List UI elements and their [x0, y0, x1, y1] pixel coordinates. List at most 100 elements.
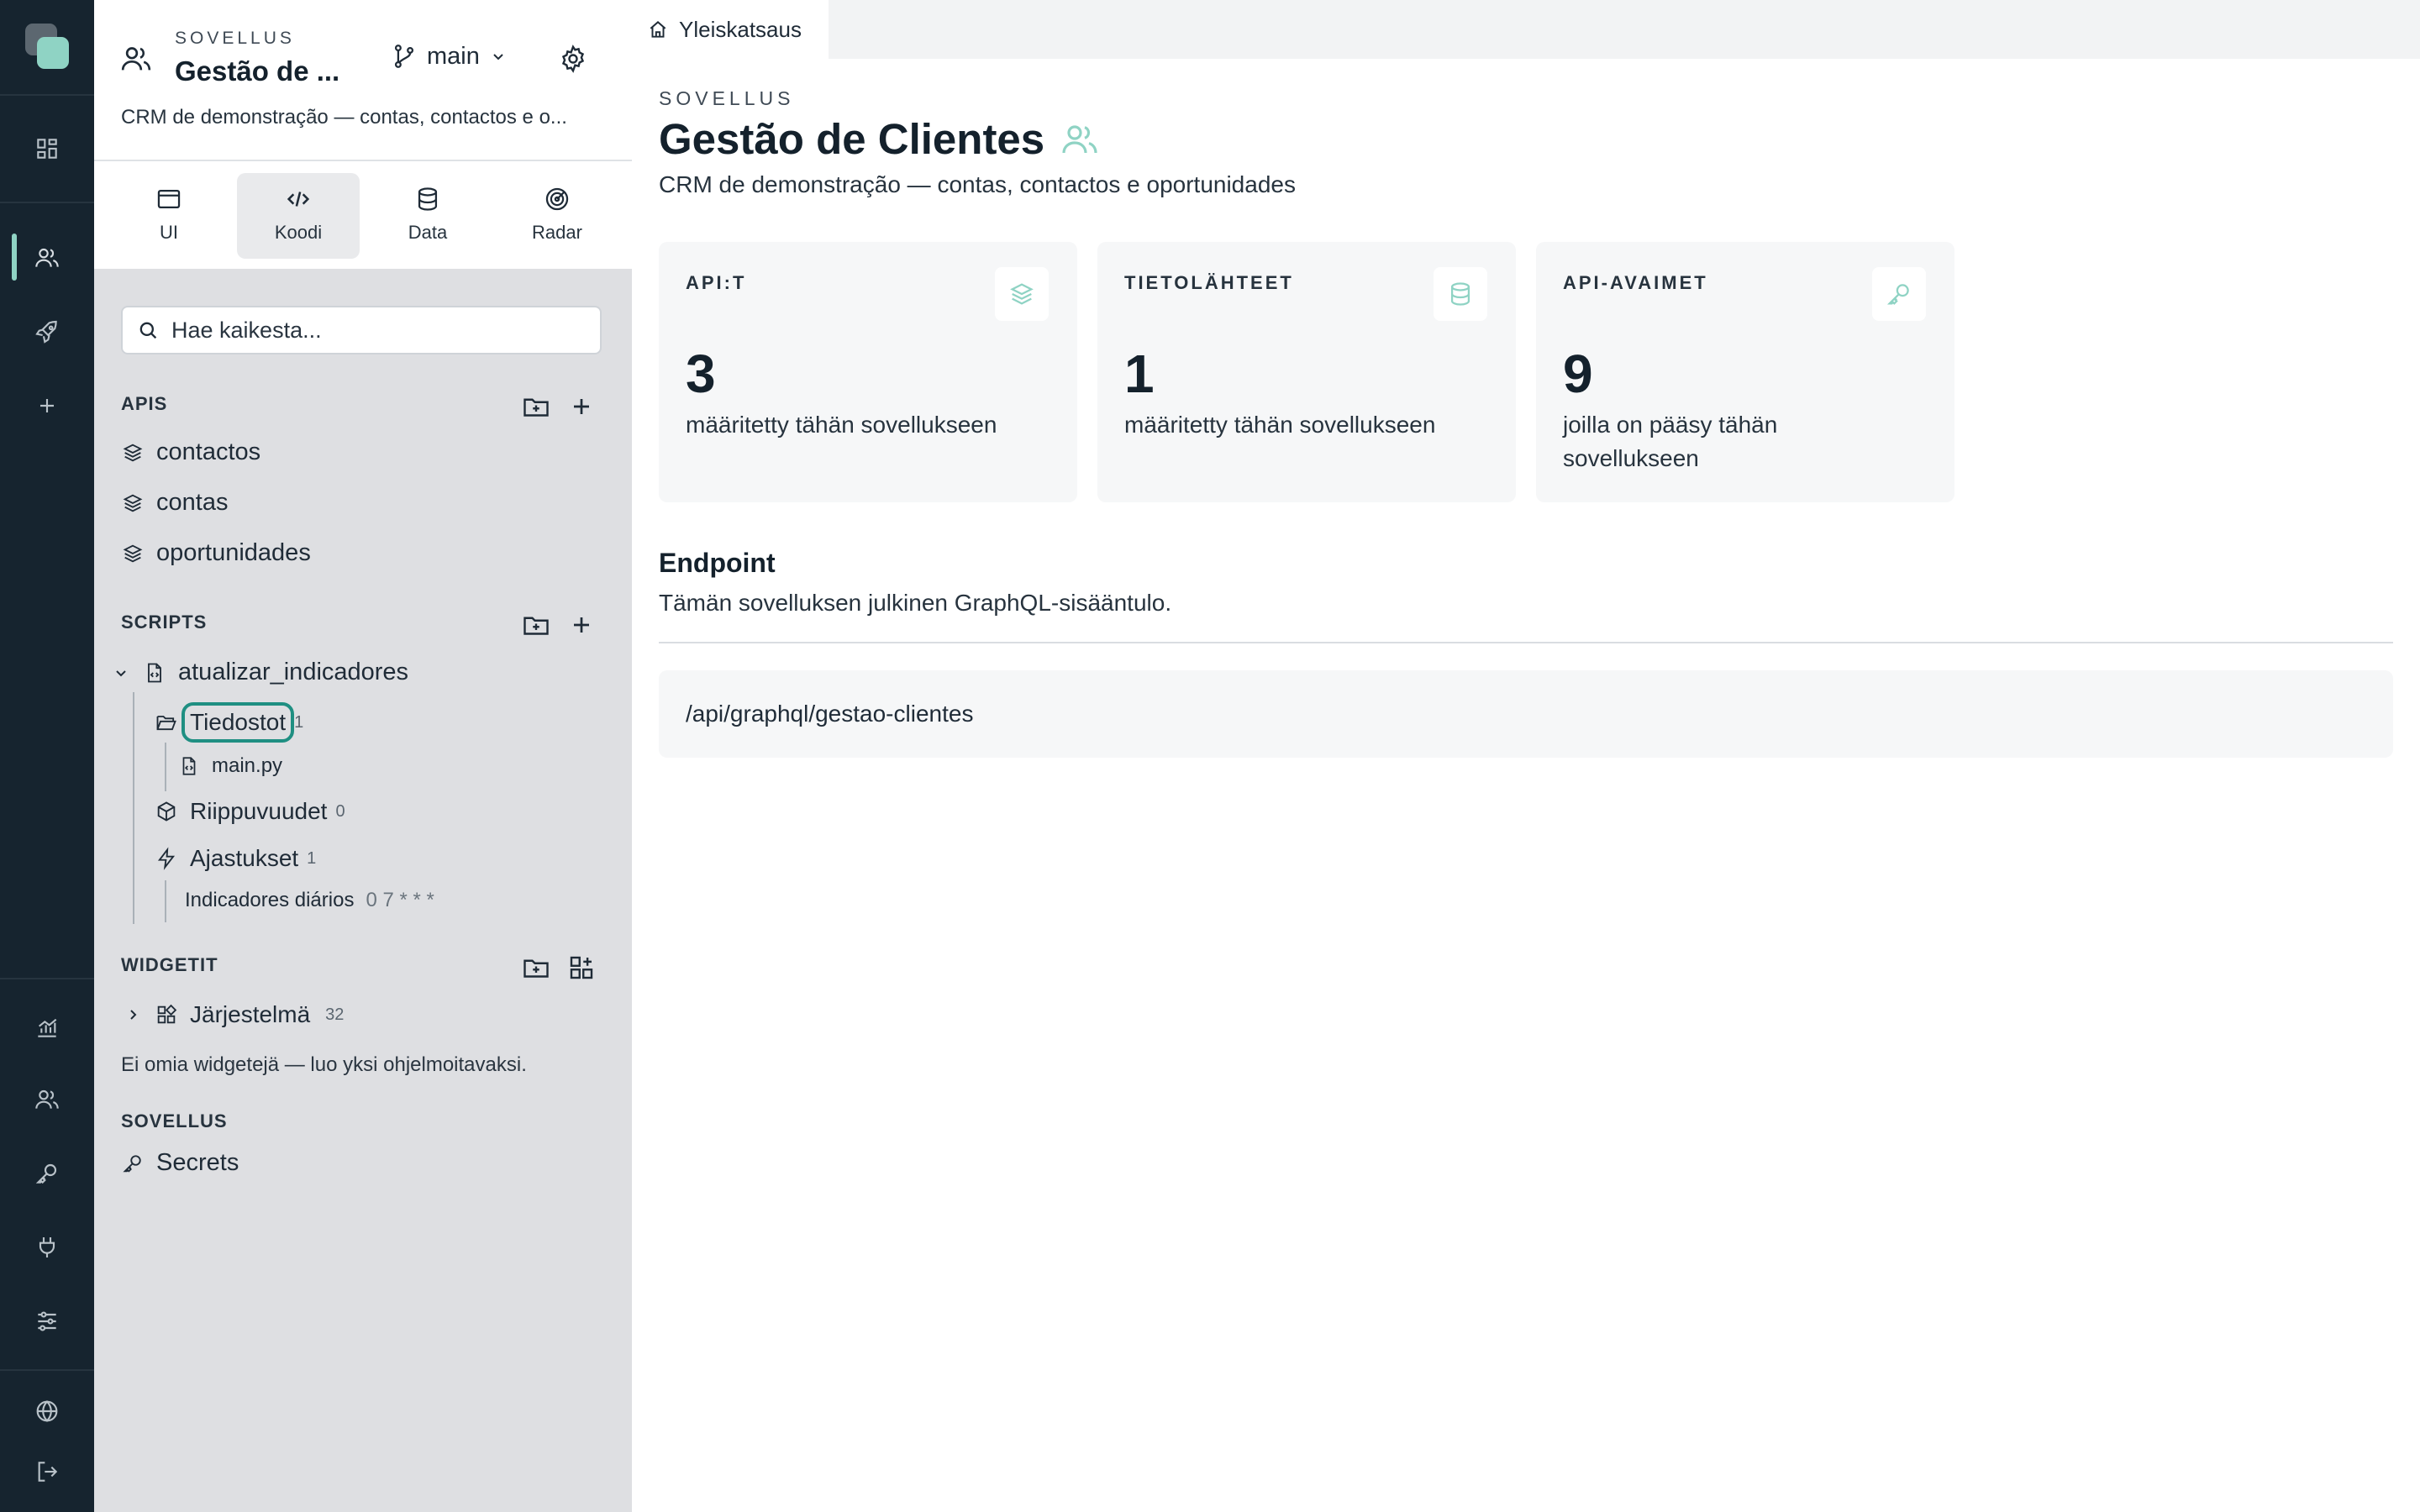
app-header: SOVELLUS Gestão de ... main CRM de demon…: [94, 0, 632, 161]
page-description: CRM de demonstração — contas, contactos …: [659, 171, 1296, 197]
users-icon: [1062, 124, 1097, 153]
code-icon: [287, 192, 310, 207]
rail-add-button[interactable]: [0, 376, 94, 435]
file-main-py[interactable]: main.py: [178, 754, 282, 778]
rail-analytics-button[interactable]: [0, 998, 94, 1057]
tab-overview-label: Yleiskatsaus: [679, 16, 802, 42]
rail-deploy-button[interactable]: [0, 302, 94, 361]
users-icon: [35, 248, 59, 267]
schedules-item[interactable]: Ajastukset 1: [155, 845, 316, 872]
rail-divider: [0, 1369, 94, 1371]
rail-keys-button[interactable]: [0, 1144, 94, 1203]
page-title: Gestão de Clientes: [659, 114, 1100, 164]
sliders-icon: [38, 1311, 56, 1331]
widgets-empty-hint: Ei omia widgetejä — luo yksi ohjelmoitav…: [121, 1053, 527, 1076]
tab-code[interactable]: Koodi: [237, 173, 360, 259]
schedules-label: Ajastukset: [190, 845, 299, 871]
app-logo[interactable]: [25, 24, 71, 71]
rail-divider: [0, 202, 94, 203]
app-eyebrow: SOVELLUS: [175, 29, 295, 48]
api-item-contas[interactable]: contas: [121, 489, 228, 517]
stat-card-label: API:T: [686, 272, 747, 293]
key-icon: [123, 1154, 141, 1173]
tab-ui-label: UI: [160, 222, 178, 243]
api-item-label: oportunidades: [156, 539, 311, 566]
users-icon: [35, 1089, 59, 1109]
new-folder-icon[interactable]: [521, 953, 551, 983]
nav-rail: [0, 0, 94, 1512]
app-description: CRM de demonstração — contas, contactos …: [121, 106, 567, 129]
stat-card-subtitle: joilla on pääsy tähän sovellukseen: [1563, 412, 1778, 471]
rail-dashboard-button[interactable]: [0, 119, 94, 178]
secrets-label: Secrets: [156, 1149, 239, 1176]
new-folder-icon[interactable]: [521, 610, 551, 640]
rail-integrations-button[interactable]: [0, 1218, 94, 1277]
chevron-down-icon: [493, 54, 503, 60]
database-icon: [1450, 282, 1470, 306]
gear-icon[interactable]: [558, 44, 588, 74]
schedules-count: 1: [307, 848, 317, 868]
page-eyebrow: SOVELLUS: [659, 87, 795, 109]
rail-logout-button[interactable]: [0, 1442, 94, 1501]
search-input[interactable]: [170, 316, 576, 344]
stat-card-value: 3: [686, 344, 716, 404]
add-widget-icon[interactable]: [566, 953, 597, 983]
stat-card-icon: [1434, 267, 1487, 321]
stat-card-subtitle: määritetty tähän sovellukseen: [1124, 412, 1436, 438]
git-branch-icon: [394, 45, 414, 68]
stat-card-value: 9: [1563, 344, 1593, 404]
rail-apps-button[interactable]: [0, 228, 94, 287]
stat-card-datasources: TIETOLÄHTEET 1 määritetty tähän sovelluk…: [1097, 242, 1516, 502]
layers-icon: [123, 544, 143, 562]
rail-divider: [0, 978, 94, 979]
chart-icon: [38, 1018, 57, 1037]
endpoint-url-box[interactable]: /api/graphql/gestao-clientes: [659, 670, 2393, 758]
api-item-label: contactos: [156, 438, 261, 465]
stat-card-value: 1: [1124, 344, 1155, 404]
tab-code-label: Koodi: [274, 222, 323, 243]
package-icon: [157, 801, 176, 822]
secrets-item[interactable]: Secrets: [121, 1149, 239, 1177]
home-icon: [650, 21, 666, 38]
endpoint-title: Endpoint: [659, 548, 776, 578]
apis-section-title: APIS: [121, 393, 168, 414]
dependencies-label: Riippuvuudet: [190, 798, 328, 824]
search-box: [121, 306, 602, 354]
stat-card-icon: [995, 267, 1049, 321]
widgets-icon: [157, 1004, 177, 1024]
tab-ui[interactable]: UI: [108, 173, 230, 259]
stat-card-icon: [1872, 267, 1926, 321]
browser-icon: [157, 189, 181, 209]
new-folder-icon[interactable]: [521, 391, 551, 422]
rail-users-button[interactable]: [0, 1070, 94, 1129]
script-item[interactable]: atualizar_indicadores: [111, 659, 408, 686]
tab-overview[interactable]: Yleiskatsaus: [632, 0, 829, 59]
plus-icon[interactable]: [566, 391, 597, 422]
system-widgets-item[interactable]: Järjestelmä 32: [123, 1001, 344, 1028]
tab-data[interactable]: Data: [366, 173, 489, 259]
plus-icon: [40, 399, 54, 412]
layers-icon: [123, 444, 143, 461]
tab-radar-label: Radar: [532, 222, 582, 243]
users-icon: [121, 47, 151, 71]
search-icon: [139, 322, 157, 339]
scripts-section-title: SCRIPTS: [121, 612, 208, 633]
stat-card-api-keys: API-AVAIMET 9 joilla on pääsy tähän sove…: [1536, 242, 1954, 502]
rail-settings-button[interactable]: [0, 1292, 94, 1351]
globe-icon: [36, 1400, 58, 1422]
api-item-contactos[interactable]: contactos: [121, 438, 260, 466]
rail-language-button[interactable]: [0, 1382, 94, 1441]
schedule-item[interactable]: Indicadores diários 0 7 * * *: [185, 889, 434, 912]
dependencies-item[interactable]: Riippuvuudet 0: [155, 798, 345, 825]
app-title: Gestão de ...: [175, 55, 340, 87]
stat-card-apis: API:T 3 määritetty tähän sovellukseen: [659, 242, 1077, 502]
main-content: Yleiskatsaus SOVELLUS Gestão de Clientes…: [632, 0, 2420, 1512]
api-item-oportunidades[interactable]: oportunidades: [121, 539, 311, 567]
divider: [659, 642, 2393, 643]
tab-data-label: Data: [408, 222, 448, 243]
plus-icon[interactable]: [566, 610, 597, 640]
files-folder[interactable]: Tiedostot 1: [155, 702, 303, 743]
stat-card-label: API-AVAIMET: [1563, 272, 1708, 293]
branch-selector[interactable]: main: [390, 42, 508, 71]
tab-radar[interactable]: Radar: [496, 173, 618, 259]
